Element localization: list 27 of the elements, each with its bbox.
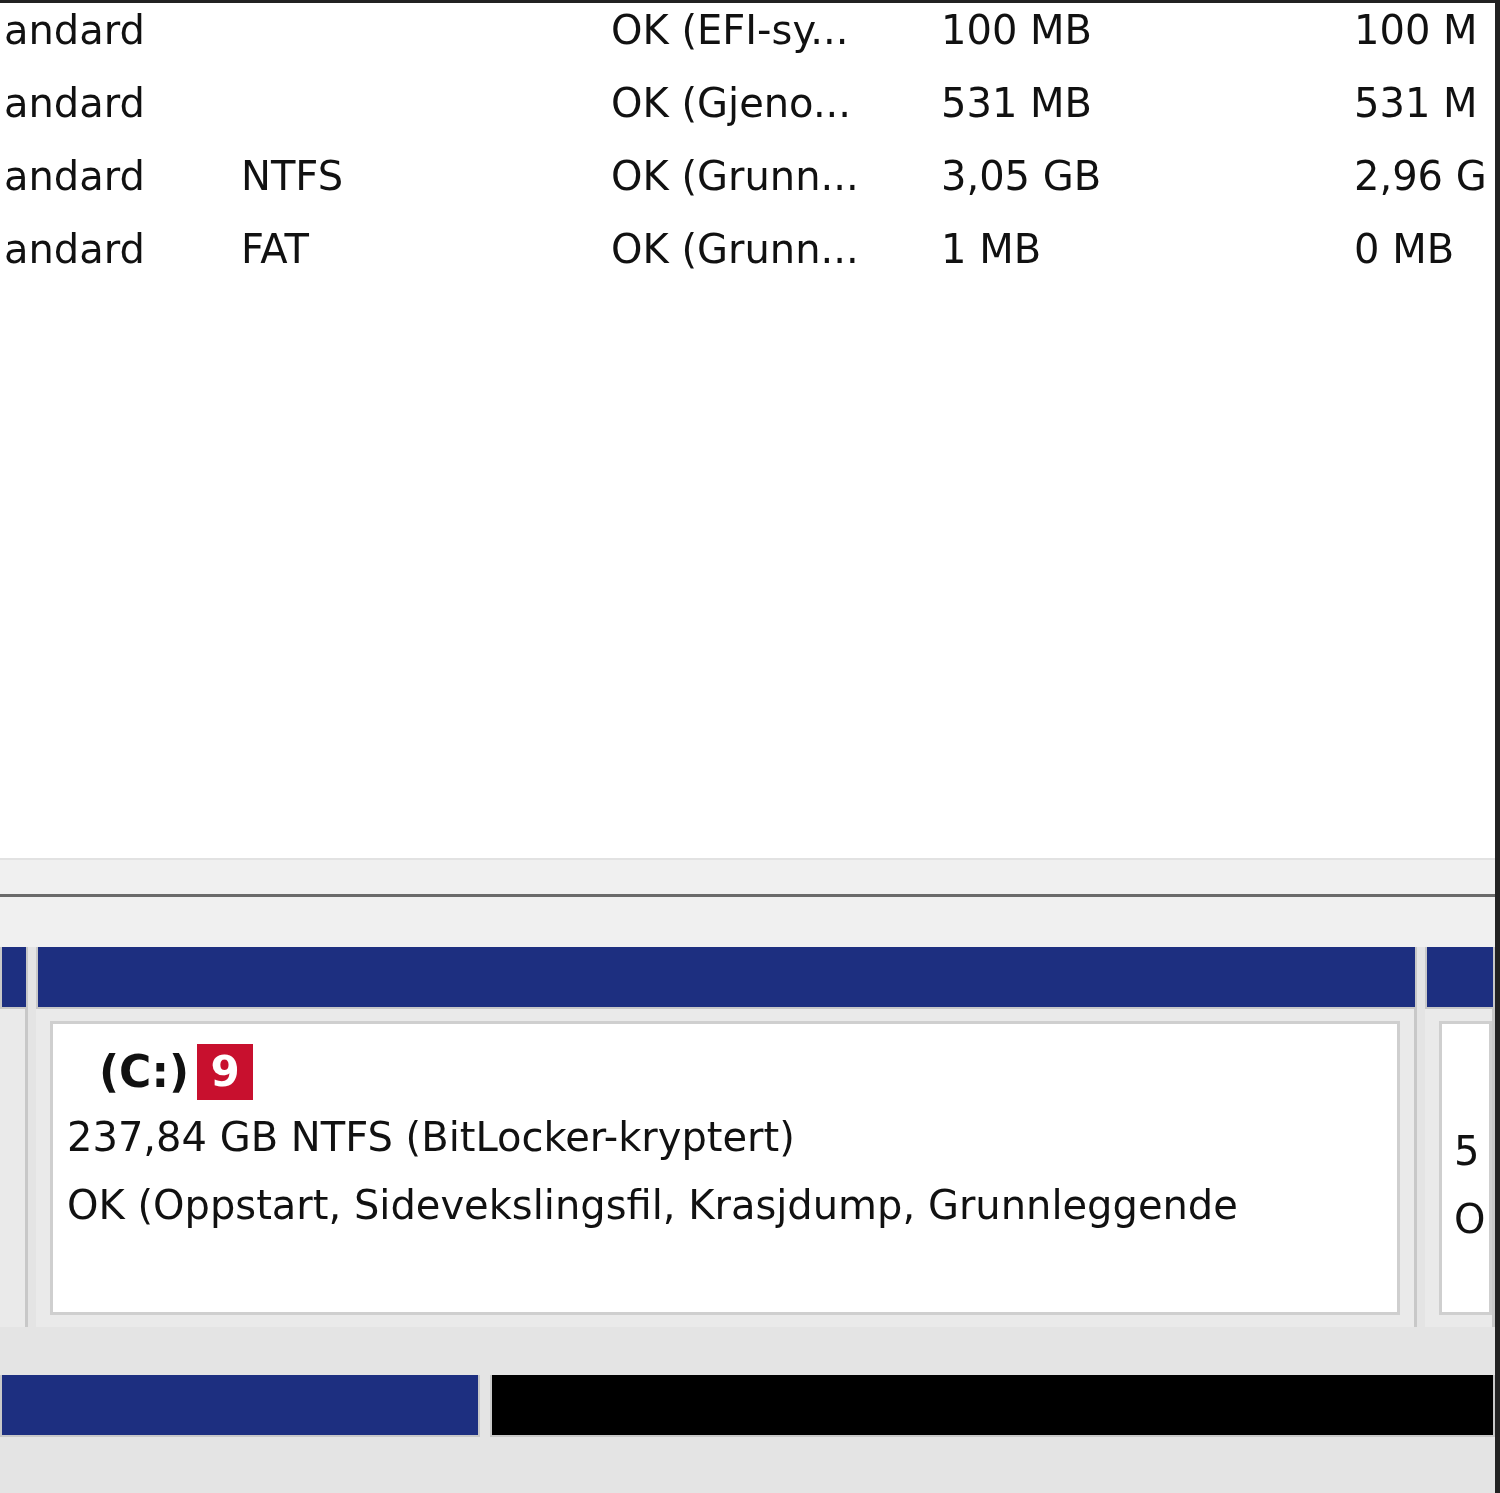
table-cell-text: 100 MB bbox=[940, 5, 1093, 55]
table-cell-text: 2,96 G bbox=[1353, 151, 1488, 201]
volume-block[interactable]: (C:) 9 237,84 GB NTFS (BitLocker-kryptert) OK (Oppstart, Sidevekslingsfil, Krasjdump, Grunnleggende bbox=[50, 1021, 1400, 1315]
table-cell-text: andard bbox=[3, 5, 146, 55]
table-cell-text: 531 M bbox=[1353, 78, 1479, 128]
volume-text: O bbox=[1454, 1195, 1487, 1244]
table-cell-text: OK (EFI-sy... bbox=[610, 5, 850, 55]
table-cell-text: OK (Grunn... bbox=[610, 151, 860, 201]
table-cell-text: FAT bbox=[240, 224, 311, 274]
table-cell-text: OK (Gjeno... bbox=[610, 78, 853, 128]
splitter-bar[interactable] bbox=[0, 858, 1495, 897]
volume-text: 5 bbox=[1454, 1127, 1481, 1176]
table-cell-text: 1 MB bbox=[940, 224, 1043, 274]
table-cell-text: OK (Grunn... bbox=[610, 224, 860, 274]
volume-name: (C:) bbox=[99, 1045, 190, 1099]
table-cell-text: andard bbox=[3, 78, 146, 128]
table-cell-text: 531 MB bbox=[940, 78, 1093, 128]
table-cell-text: 0 MB bbox=[1353, 224, 1456, 274]
table-cell-text: 100 M bbox=[1353, 5, 1479, 55]
volume-status: OK (Oppstart, Sidevekslingsfil, Krasjdump, Grunnleggende bbox=[67, 1181, 1239, 1230]
table-cell-text: NTFS bbox=[240, 151, 345, 201]
number-badge: 9 bbox=[197, 1044, 254, 1100]
volume-size: 237,84 GB NTFS (BitLocker-kryptert) bbox=[67, 1113, 796, 1162]
volume-block[interactable]: 5 O bbox=[1439, 1021, 1492, 1315]
table-cell-text: andard bbox=[3, 151, 146, 201]
table-cell-text: andard bbox=[3, 224, 146, 274]
table-cell-text: 3,05 GB bbox=[940, 151, 1103, 201]
